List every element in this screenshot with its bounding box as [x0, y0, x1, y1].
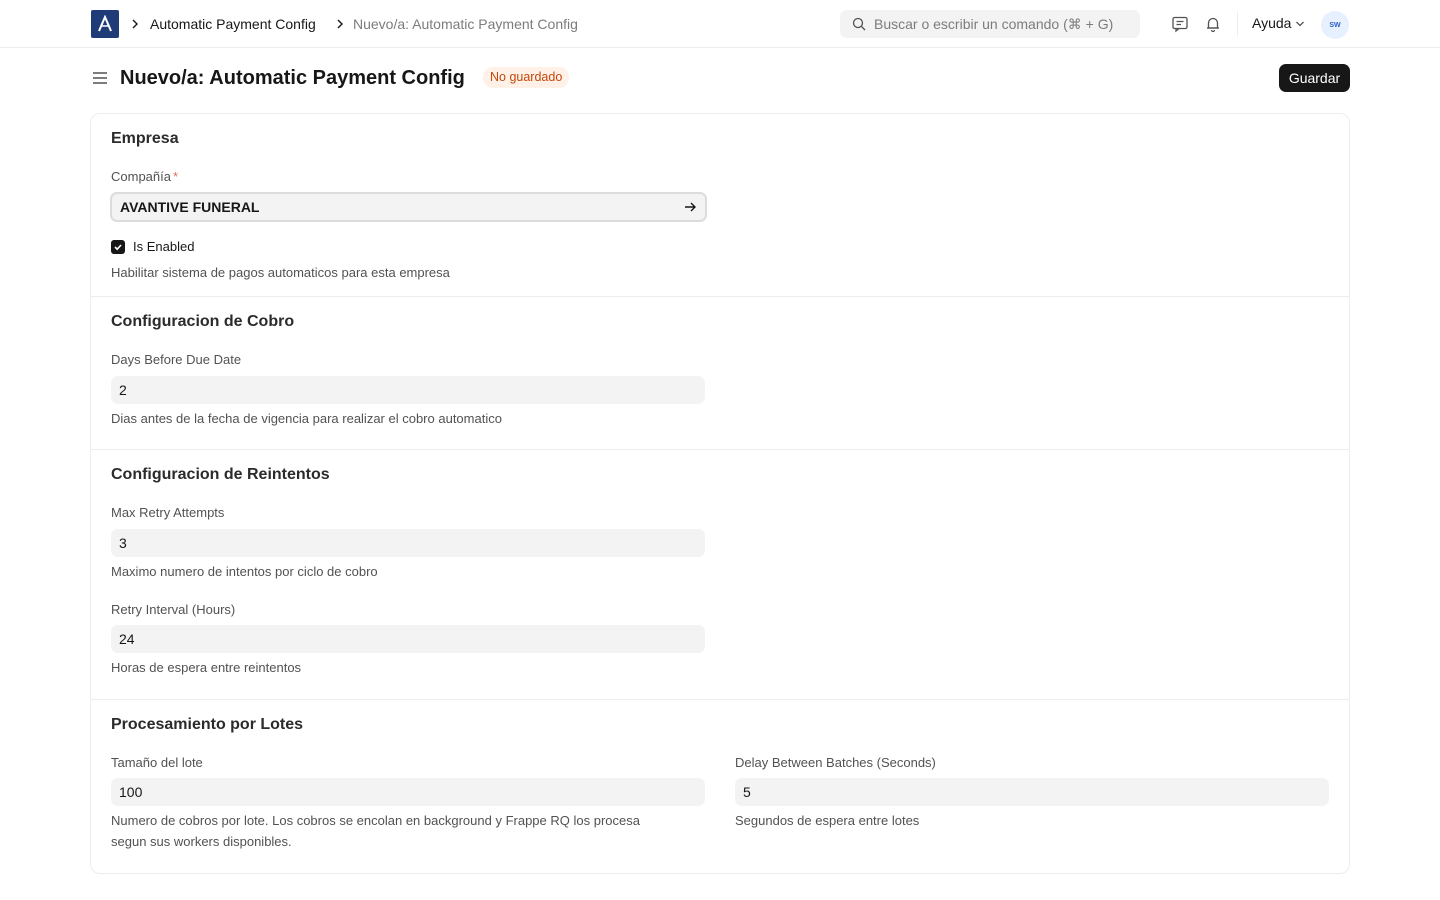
batch-size-value: 100	[119, 784, 143, 800]
breadcrumb-doctype[interactable]: Automatic Payment Config	[150, 15, 316, 33]
help-dropdown[interactable]: Ayuda	[1252, 15, 1305, 31]
retry-interval-input[interactable]: 24	[111, 625, 705, 653]
section-title: Configuracion de Cobro	[111, 313, 295, 330]
help-label: Ayuda	[1252, 15, 1292, 31]
days-before-due-description: Dias antes de la fecha de vigencia para …	[111, 411, 502, 426]
top-navbar: Automatic Payment Config Nuevo/a: Automa…	[0, 0, 1440, 48]
search-icon	[852, 17, 866, 31]
max-retry-description: Maximo numero de intentos por ciclo de c…	[111, 564, 378, 579]
avatar-initials: SW	[1329, 21, 1341, 29]
batch-size-label: Tamaño del lote	[111, 755, 203, 770]
batch-size-description-line-1: Numero de cobros por lote. Los cobros se…	[111, 813, 640, 828]
sidebar-toggle-icon[interactable]	[91, 69, 109, 87]
retry-interval-value: 24	[119, 631, 135, 647]
save-button[interactable]: Guardar	[1279, 64, 1350, 92]
is-enabled-description: Habilitar sistema de pagos automaticos p…	[111, 265, 450, 280]
days-before-due-value: 2	[119, 382, 127, 398]
retry-interval-label: Retry Interval (Hours)	[111, 602, 236, 617]
days-before-due-label: Days Before Due Date	[111, 352, 242, 367]
breadcrumb-current[interactable]: Nuevo/a: Automatic Payment Config	[353, 15, 578, 33]
chat-icon[interactable]	[1170, 14, 1190, 34]
company-label-text: Compañía	[111, 169, 171, 184]
batch-size-input[interactable]: 100	[111, 778, 705, 806]
app-logo[interactable]	[91, 10, 119, 38]
chevron-right-icon	[336, 16, 346, 32]
navbar-divider	[1237, 12, 1238, 36]
form-card: Empresa Compañía * AVANTIVE FUNERAL Is En…	[90, 113, 1350, 874]
chevron-right-icon	[131, 16, 141, 32]
batch-delay-description: Segundos de espera entre lotes	[735, 813, 920, 828]
status-badge: No guardado	[483, 67, 570, 88]
search-placeholder[interactable]: Buscar o escribir un comando (⌘ + G)	[874, 16, 1113, 33]
retry-interval-description: Horas de espera entre reintentos	[111, 660, 302, 675]
batch-delay-input[interactable]: 5	[735, 778, 1329, 806]
company-field[interactable]: AVANTIVE FUNERAL	[110, 192, 707, 222]
days-before-due-input[interactable]: 2	[111, 376, 705, 404]
company-value: AVANTIVE FUNERAL	[120, 199, 260, 215]
max-retry-input[interactable]: 3	[111, 529, 705, 557]
chevron-down-icon	[1295, 15, 1305, 31]
check-icon	[114, 243, 122, 250]
user-avatar[interactable]: SW	[1321, 11, 1349, 39]
arrow-right-icon[interactable]	[683, 200, 697, 217]
is-enabled-row: Is Enabled	[111, 239, 194, 254]
section-title: Procesamiento por Lotes	[111, 716, 304, 733]
max-retry-value: 3	[119, 535, 127, 551]
page-title: Nuevo/a: Automatic Payment Config	[120, 67, 465, 89]
batch-delay-value: 5	[743, 784, 751, 800]
batch-delay-label: Delay Between Batches (Seconds)	[735, 755, 936, 770]
notification-bell-icon[interactable]	[1203, 14, 1223, 34]
search-bar[interactable]: Buscar o escribir un comando (⌘ + G)	[840, 10, 1140, 38]
section-title: Empresa	[111, 130, 179, 147]
section-title: Configuracion de Reintentos	[111, 466, 330, 483]
section-empresa: Empresa Compañía * AVANTIVE FUNERAL Is En…	[91, 114, 1349, 297]
required-asterisk: *	[172, 169, 179, 184]
section-cobro: Configuracion de Cobro Days Before Due D…	[91, 297, 1349, 450]
is-enabled-label[interactable]: Is Enabled	[133, 239, 194, 254]
is-enabled-checkbox[interactable]	[111, 239, 125, 254]
logo-icon	[98, 15, 112, 32]
max-retry-label: Max Retry Attempts	[111, 505, 225, 520]
section-lotes: Procesamiento por Lotes Tamaño del lote …	[91, 700, 1349, 873]
section-reintentos: Configuracion de Reintentos Max Retry At…	[91, 450, 1349, 700]
company-label: Compañía *	[111, 169, 178, 185]
batch-size-description-line-2: segun sus workers disponibles.	[111, 834, 292, 849]
